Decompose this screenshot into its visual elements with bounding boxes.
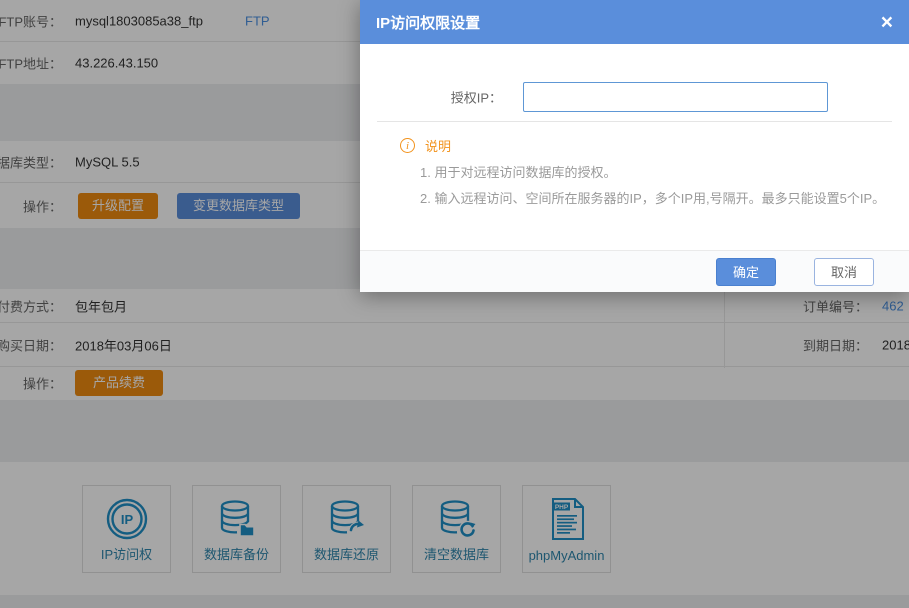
authorized-ip-input[interactable] [523,82,828,112]
confirm-button[interactable]: 确定 [716,258,776,286]
note-item-1: 1. 用于对远程访问数据库的授权。 [400,164,885,181]
dialog-footer: 确定 取消 [360,250,909,292]
info-icon: i [400,138,415,153]
cancel-button[interactable]: 取消 [814,258,874,286]
notes-section: i 说明 1. 用于对远程访问数据库的授权。 2. 输入远程访问、空间所在服务器… [360,122,909,207]
note-item-2: 2. 输入远程访问、空间所在服务器的IP，多个IP用,号隔开。最多只能设置5个I… [400,190,885,207]
authorized-ip-form-row: 授权IP： [360,44,909,121]
dialog-title: IP访问权限设置 [376,12,480,33]
notes-heading-row: i 说明 [400,136,885,155]
notes-heading: 说明 [425,136,451,155]
dialog-header: IP访问权限设置 × [360,0,909,44]
close-icon[interactable]: × [881,12,893,33]
ip-access-settings-dialog: IP访问权限设置 × 授权IP： i 说明 1. 用于对远程访问数据库的授权。 … [360,0,909,292]
app-root: { "colors": { "accent_blue": "#5a8edb", … [0,0,909,608]
authorized-ip-label: 授权IP： [451,88,502,107]
